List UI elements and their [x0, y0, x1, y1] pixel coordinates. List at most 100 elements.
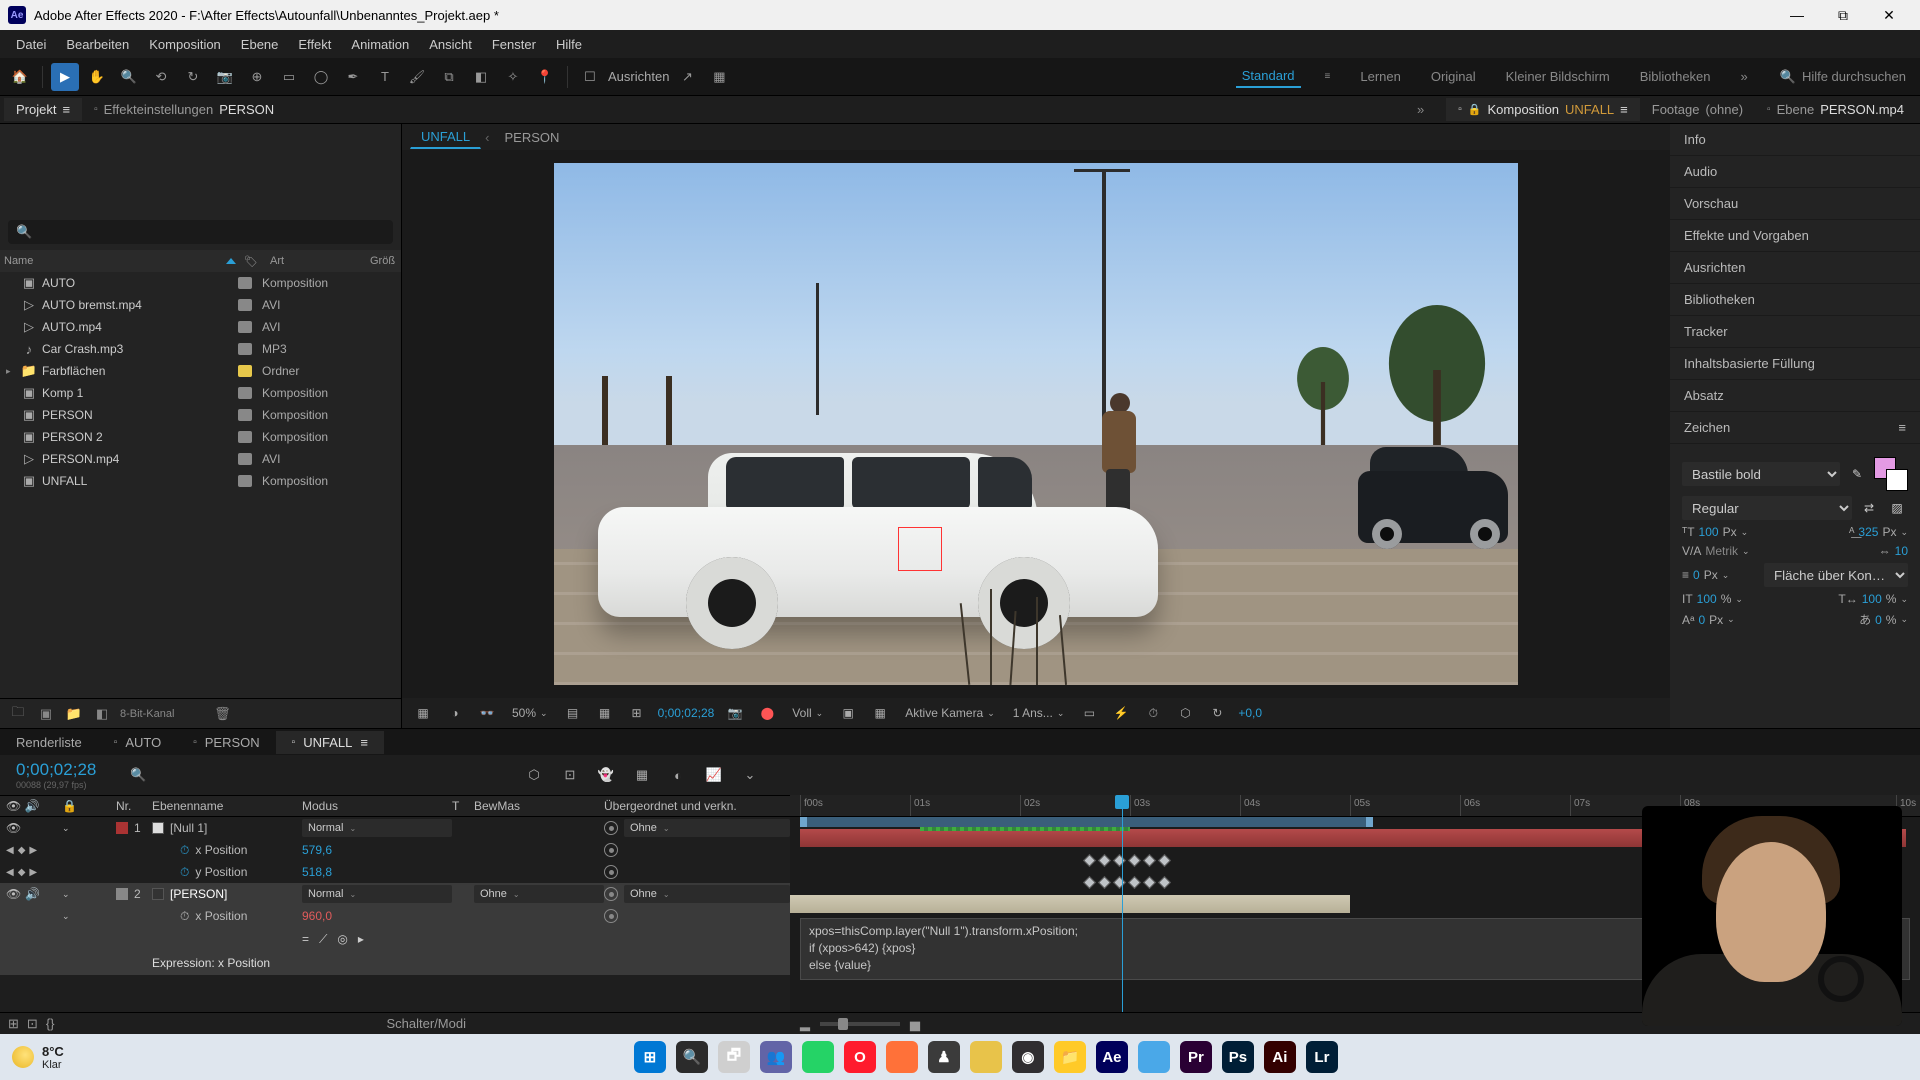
draft-3d-button[interactable]: ⊡	[558, 763, 582, 787]
taskbar-app-app2[interactable]	[970, 1041, 1002, 1073]
alpha-button[interactable]: ▦	[412, 702, 434, 724]
taskbar-app-teams[interactable]: 👥	[760, 1041, 792, 1073]
taskbar-app-explorer[interactable]: 📁	[1054, 1041, 1086, 1073]
col-label-icon[interactable]: 🏷	[244, 255, 270, 268]
workspace-overflow[interactable]: »	[1735, 66, 1754, 87]
zoom-in-icon[interactable]: ▅	[910, 1016, 920, 1032]
expr-pickwhip-icon[interactable]: ◎	[337, 932, 347, 947]
kf-next[interactable]: ▶	[29, 845, 37, 856]
font-dropdown[interactable]: Bastile bold	[1682, 462, 1840, 486]
text-tool[interactable]: T	[371, 63, 399, 91]
swap-colors-icon[interactable]: ⇄	[1858, 497, 1880, 519]
project-item[interactable]: ▷ AUTO bremst.mp4 AVI	[0, 294, 401, 316]
minimize-button[interactable]: —	[1774, 0, 1820, 30]
project-item[interactable]: ▣ UNFALL Komposition	[0, 470, 401, 492]
workspace-standard[interactable]: Standard	[1236, 65, 1301, 88]
taskbar-app-ai[interactable]: Ai	[1264, 1041, 1296, 1073]
taskbar-app-ae[interactable]: Ae	[1096, 1041, 1128, 1073]
fast-preview-button[interactable]: ⚡	[1110, 702, 1132, 724]
label-swatch[interactable]	[238, 299, 252, 311]
tab-close-icon[interactable]: ▫	[1767, 104, 1771, 115]
tab-menu-icon[interactable]: ≡	[62, 102, 70, 117]
toggle-transfer-icon[interactable]: {}	[46, 1016, 55, 1031]
taskbar-app-lr[interactable]: Lr	[1306, 1041, 1338, 1073]
tab-menu-icon[interactable]: ≡	[1620, 102, 1628, 117]
brush-tool[interactable]: 🖌	[403, 63, 431, 91]
menu-hilfe[interactable]: Hilfe	[546, 33, 592, 56]
switches-modes-toggle[interactable]: Schalter/Modi	[63, 1016, 791, 1031]
reset-exposure-button[interactable]: ↻	[1206, 702, 1228, 724]
no-color-icon[interactable]: ▨	[1886, 497, 1908, 519]
rect-tool[interactable]: ▭	[275, 63, 303, 91]
close-icon[interactable]: ▫	[292, 737, 296, 748]
breadcrumb-person[interactable]: PERSON	[493, 126, 570, 149]
viewer-canvas[interactable]	[402, 150, 1670, 698]
panel-zeichen-header[interactable]: Zeichen≡	[1670, 412, 1920, 444]
3d-button[interactable]: 👓	[476, 702, 498, 724]
kf-prev[interactable]: ◀	[6, 845, 14, 856]
layer-row-null1[interactable]: 👁 ⌄ 1 [Null 1] Normal⌄ Ohne⌄	[0, 817, 790, 839]
puppet-tool[interactable]: 📍	[531, 63, 559, 91]
zoom-tool[interactable]: 🔍	[115, 63, 143, 91]
snapshot-button[interactable]: 📷	[724, 702, 746, 724]
close-button[interactable]: ✕	[1866, 0, 1912, 30]
tab-overflow[interactable]: »	[1417, 102, 1432, 117]
tab-auto[interactable]: ▫AUTO	[98, 731, 177, 754]
ypos-keyframes[interactable]	[1082, 874, 1204, 890]
parent-dropdown[interactable]: Ohne⌄	[624, 819, 790, 837]
stopwatch-icon[interactable]: ⏱	[180, 909, 189, 924]
hand-tool[interactable]: ✋	[83, 63, 111, 91]
workspace-lernen[interactable]: Lernen	[1354, 66, 1406, 87]
mode-dropdown[interactable]: Normal⌄	[302, 819, 452, 837]
label-swatch[interactable]	[238, 387, 252, 399]
toggle-switches-icon[interactable]: ⊞	[8, 1016, 19, 1032]
font-style-dropdown[interactable]: Regular	[1682, 496, 1852, 520]
workspace-menu-icon[interactable]: ≡	[1319, 68, 1337, 85]
project-item[interactable]: ♪ Car Crash.mp3 MP3	[0, 338, 401, 360]
layer-row-person[interactable]: 👁🔊 ⌄ 2 [PERSON] Normal⌄ Ohne⌄ Ohne⌄	[0, 883, 790, 905]
lock-icon[interactable]: 🔒	[1468, 103, 1482, 116]
tab-close-icon[interactable]: ▫	[1458, 104, 1462, 115]
comp-mini-flowchart[interactable]: ⬡	[522, 763, 546, 787]
frame-blend-button[interactable]: ▦	[630, 763, 654, 787]
channel-button[interactable]: ⬤	[756, 702, 778, 724]
label-swatch[interactable]	[238, 453, 252, 465]
taskbar-app-app1[interactable]: ♟	[928, 1041, 960, 1073]
menu-fenster[interactable]: Fenster	[482, 33, 546, 56]
label-color[interactable]	[116, 822, 128, 834]
xpos-value[interactable]: 579,6	[302, 843, 332, 857]
track-point-marker[interactable]	[898, 527, 942, 571]
project-item[interactable]: ▸ 📁 Farbflächen Ordner	[0, 360, 401, 382]
pixel-aspect-button[interactable]: ▭	[1078, 702, 1100, 724]
panel-effekte[interactable]: Effekte und Vorgaben	[1670, 220, 1920, 252]
timeline-button[interactable]: ⏱	[1142, 702, 1164, 724]
home-button[interactable]: 🏠	[6, 63, 34, 91]
project-item[interactable]: ▷ PERSON.mp4 AVI	[0, 448, 401, 470]
grid-button[interactable]: ▦	[594, 702, 616, 724]
tab-footage[interactable]: Footage (ohne)	[1640, 98, 1755, 121]
menu-komposition[interactable]: Komposition	[139, 33, 231, 56]
playhead[interactable]	[1122, 795, 1123, 1012]
bit-depth[interactable]: 8-Bit-Kanal	[120, 708, 174, 720]
close-icon[interactable]: ▫	[193, 737, 197, 748]
expr-enable-icon[interactable]: =	[302, 932, 309, 947]
pickwhip-icon[interactable]	[604, 821, 618, 835]
font-size-value[interactable]: 100	[1699, 525, 1719, 539]
res-dropdown[interactable]: Voll⌄	[788, 704, 827, 722]
label-swatch[interactable]	[238, 343, 252, 355]
zoom-dropdown[interactable]: 50%⌄	[508, 704, 552, 722]
tab-ebene[interactable]: ▫ Ebene PERSON.mp4	[1755, 98, 1916, 121]
transparency-button[interactable]: ▦	[869, 702, 891, 724]
shy-button[interactable]: 👻	[594, 763, 618, 787]
color-swatch[interactable]	[1874, 457, 1908, 491]
new-folder-button[interactable]: 📁	[64, 704, 84, 724]
roto-tool[interactable]: ✧	[499, 63, 527, 91]
tab-person[interactable]: ▫PERSON	[177, 731, 275, 754]
taskbar-app-pr[interactable]: Pr	[1180, 1041, 1212, 1073]
panel-menu-icon[interactable]: ≡	[1898, 420, 1906, 435]
hscale-value[interactable]: 100	[1862, 592, 1882, 606]
pickwhip-icon[interactable]	[604, 909, 618, 923]
kf-add[interactable]: ◆	[18, 867, 26, 878]
panel-absatz[interactable]: Absatz	[1670, 380, 1920, 412]
menu-datei[interactable]: Datei	[6, 33, 56, 56]
